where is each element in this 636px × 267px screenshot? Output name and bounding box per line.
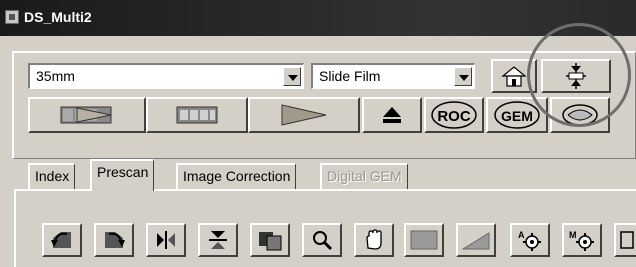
manual-settings-icon: M [569, 230, 594, 251]
rotate-left-button[interactable] [42, 223, 82, 257]
film-format-dropdown[interactable]: 35mm [28, 63, 304, 89]
hand-icon [366, 229, 382, 250]
autofocus-button[interactable] [541, 59, 611, 93]
hand-button[interactable] [354, 223, 394, 257]
scan-all-icon [60, 106, 112, 124]
auto-settings-icon: A [518, 230, 541, 251]
scan-all-button[interactable] [28, 97, 146, 133]
svg-text:M: M [569, 230, 577, 240]
autofocus-icon [566, 63, 586, 89]
rotate-right-icon [105, 232, 125, 248]
flip-vertical-button[interactable] [198, 223, 238, 257]
scan-button[interactable] [248, 97, 360, 133]
tab-digital-gem: Digital GEM [320, 163, 408, 189]
window-title: DS_Multi2 [24, 9, 92, 25]
gem-button[interactable]: GEM [486, 97, 548, 133]
scan-icon [281, 104, 327, 126]
next-tool-button[interactable] [614, 223, 636, 257]
color-balance-icon [461, 232, 490, 250]
roc-icon: ROC [431, 101, 477, 129]
auto-settings-button[interactable]: A [510, 223, 550, 257]
rotate-left-icon [51, 232, 71, 248]
color-restore-button[interactable] [550, 97, 610, 133]
crop-button[interactable] [250, 223, 290, 257]
film-type-dropdown[interactable]: Slide Film [311, 63, 475, 89]
rotate-right-button[interactable] [94, 223, 134, 257]
flip-vertical-icon [209, 231, 227, 249]
color-balance-button[interactable] [456, 223, 496, 257]
gem-label: GEM [501, 108, 533, 124]
zoom-button[interactable] [302, 223, 342, 257]
color-restore-icon [562, 104, 598, 126]
svg-text:A: A [518, 230, 525, 240]
app-icon [5, 10, 19, 24]
film-strip-button[interactable] [146, 97, 248, 133]
undo-button[interactable] [404, 223, 444, 257]
flip-horizontal-button[interactable] [146, 223, 186, 257]
frame-icon [620, 231, 634, 249]
eject-icon [383, 107, 401, 123]
crop-icon [259, 232, 282, 251]
chevron-down-icon[interactable] [283, 67, 301, 86]
home-button[interactable] [491, 59, 537, 93]
manual-settings-button[interactable]: M [562, 223, 602, 257]
tab-image-correction[interactable]: Image Correction [176, 163, 297, 189]
tab-prescan[interactable]: Prescan [90, 159, 155, 191]
film-format-value: 35mm [36, 68, 75, 84]
tab-index[interactable]: Index [28, 163, 76, 189]
film-strip-icon [176, 106, 218, 124]
film-type-value: Slide Film [319, 68, 381, 84]
flip-horizontal-icon [157, 231, 175, 249]
zoom-icon [313, 231, 333, 251]
home-icon [501, 66, 527, 87]
roc-label: ROC [437, 108, 471, 125]
undo-icon [410, 230, 438, 250]
eject-button[interactable] [362, 97, 422, 133]
roc-button[interactable]: ROC [424, 97, 484, 133]
title-bar: DS_Multi2 [0, 0, 636, 36]
gem-icon: GEM [494, 101, 540, 129]
chevron-down-icon[interactable] [454, 67, 472, 86]
